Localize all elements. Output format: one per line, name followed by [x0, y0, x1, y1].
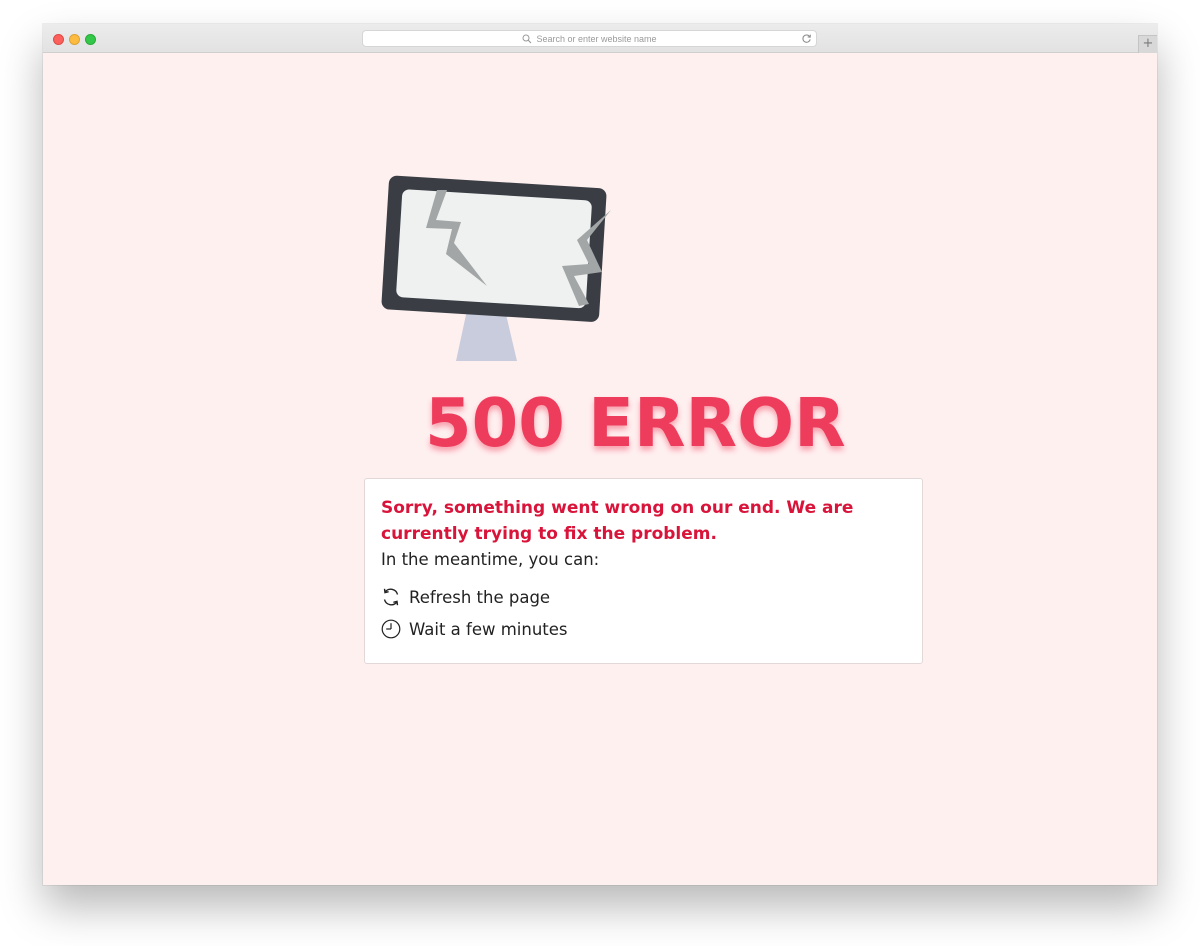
- error-message-card: Sorry, something went wrong on our end. …: [364, 478, 923, 664]
- browser-titlebar: Search or enter website name +: [43, 24, 1157, 53]
- apology-message: Sorry, something went wrong on our end. …: [381, 498, 854, 544]
- reload-icon[interactable]: [801, 33, 812, 44]
- suggestion-list: Refresh the page Wait a few minutes: [381, 581, 906, 645]
- address-placeholder: Search or enter website name: [536, 33, 657, 44]
- suggestion-refresh: Refresh the page: [381, 581, 906, 613]
- broken-monitor-illustration: [381, 175, 611, 361]
- monitor-screen: [396, 189, 592, 309]
- refresh-icon: [383, 588, 399, 606]
- maximize-window-button[interactable]: [85, 34, 96, 45]
- suggestion-wait: Wait a few minutes: [381, 613, 906, 645]
- suggestion-label: Wait a few minutes: [409, 619, 568, 639]
- browser-window: Search or enter website name + 500 ERROR…: [43, 24, 1157, 885]
- suggestion-label: Refresh the page: [409, 587, 551, 607]
- close-window-button[interactable]: [53, 34, 64, 45]
- error-heading: 500 ERROR: [425, 384, 846, 462]
- suggestions-intro: In the meantime, you can:: [381, 550, 600, 569]
- clock-icon: [381, 619, 401, 639]
- monitor-stand: [456, 310, 517, 361]
- search-icon: [522, 34, 532, 43]
- address-bar[interactable]: Search or enter website name: [362, 30, 817, 47]
- new-tab-button[interactable]: +: [1138, 35, 1157, 53]
- minimize-window-button[interactable]: [69, 34, 80, 45]
